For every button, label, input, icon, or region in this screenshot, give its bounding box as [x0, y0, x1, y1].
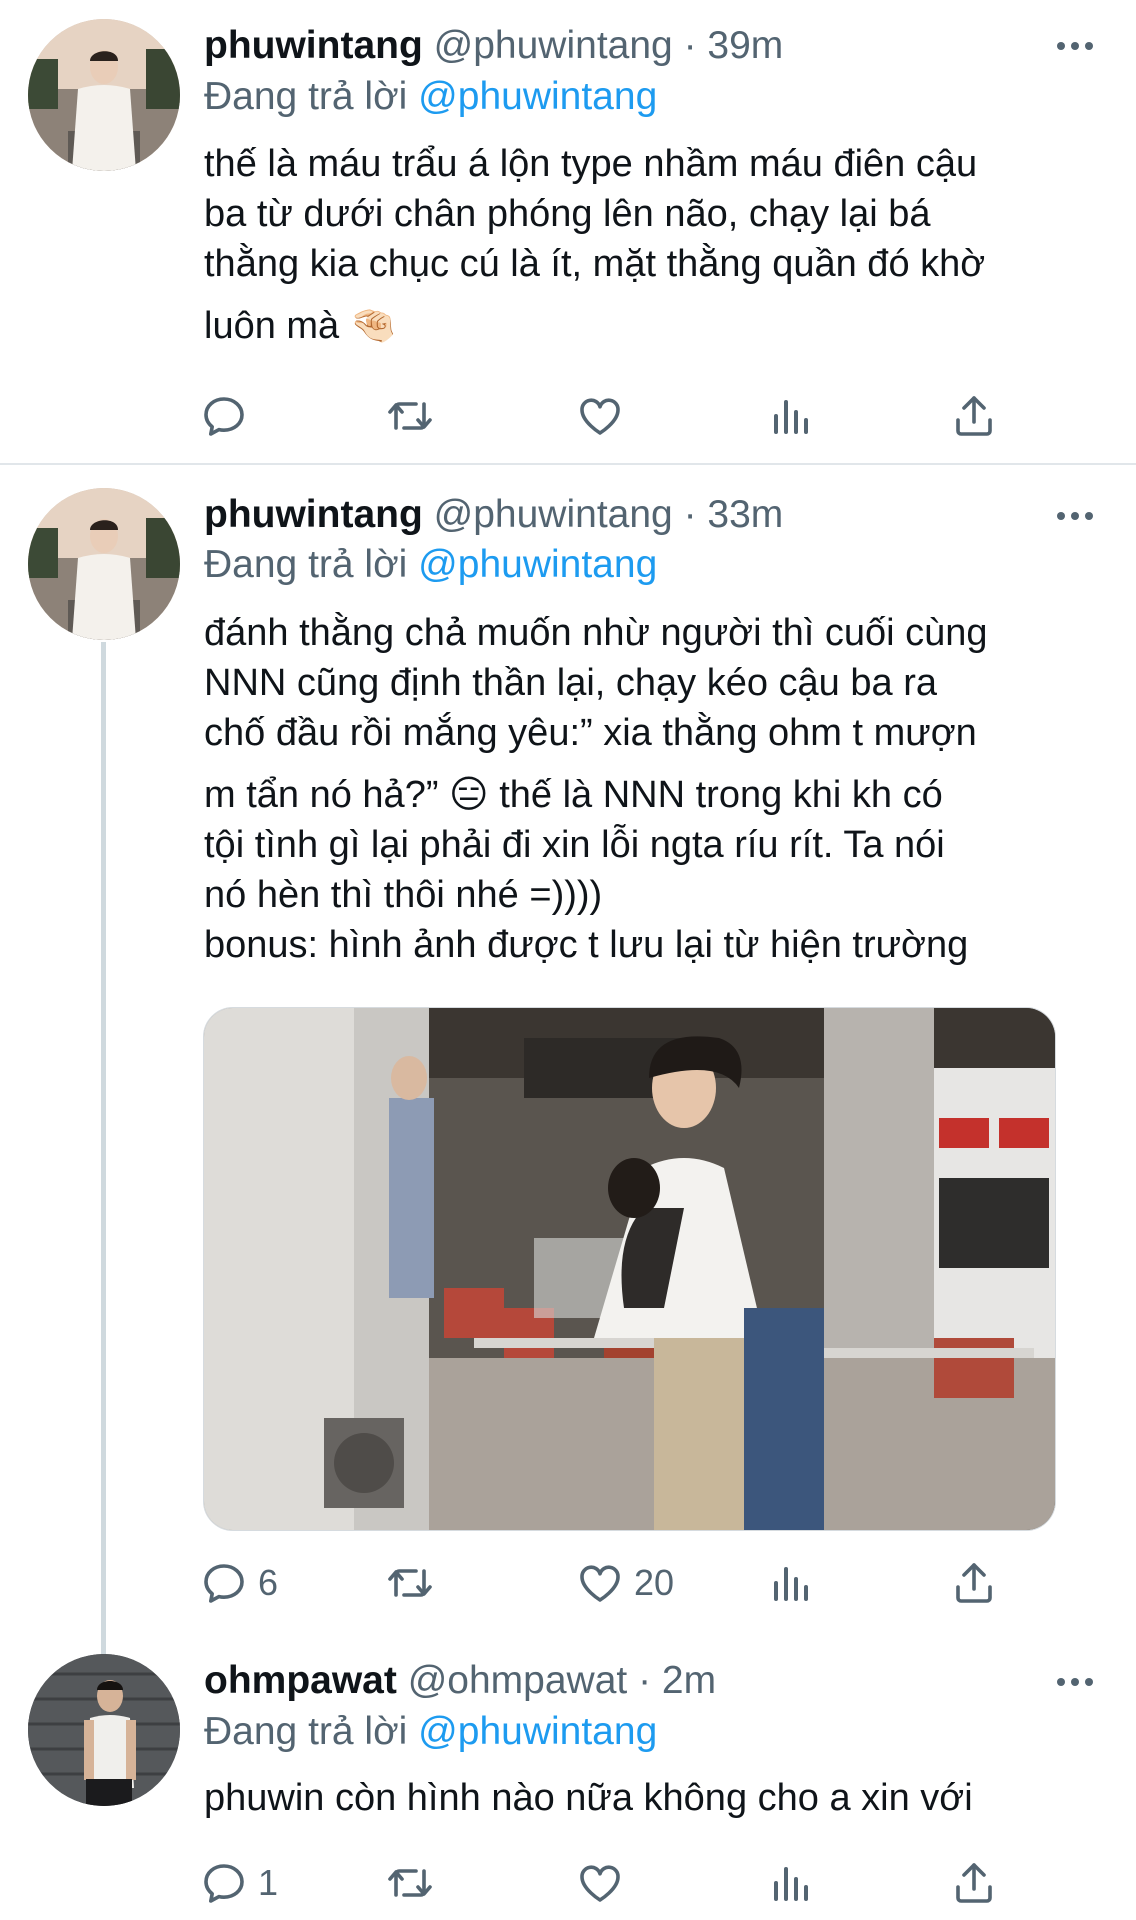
- tweet-text-line: phuwin còn hình nào nữa không cho a xin …: [204, 1777, 973, 1819]
- more-icon[interactable]: [1055, 1672, 1095, 1692]
- views-icon: [766, 1859, 814, 1907]
- tweet-actions: 1: [200, 1853, 1020, 1913]
- share-button[interactable]: [950, 1853, 998, 1913]
- retweet-button[interactable]: [386, 1853, 434, 1913]
- tweet[interactable]: ohmpawat @ohmpawat · 2m Đang trả lời @ph…: [0, 0, 1136, 1920]
- separator-dot: ·: [638, 1659, 652, 1702]
- views-button[interactable]: [766, 1853, 814, 1913]
- replying-to-label: Đang trả lời: [204, 1710, 408, 1753]
- reply-count: 1: [258, 1862, 279, 1903]
- author-handle[interactable]: @ohmpawat: [408, 1659, 628, 1702]
- tweet-time[interactable]: 2m: [662, 1659, 716, 1702]
- reply-to-handle[interactable]: @phuwintang: [418, 1710, 657, 1753]
- avatar[interactable]: [28, 1654, 180, 1806]
- like-button[interactable]: [576, 1853, 634, 1913]
- tweet-text: phuwin còn hình nào nữa không cho a xin …: [204, 1773, 1104, 1823]
- retweet-icon: [386, 1859, 434, 1907]
- author-name[interactable]: ohmpawat: [204, 1659, 397, 1702]
- reply-button[interactable]: 1: [200, 1853, 278, 1913]
- like-icon: [576, 1859, 624, 1907]
- share-icon: [950, 1859, 998, 1907]
- reply-icon: [200, 1859, 248, 1907]
